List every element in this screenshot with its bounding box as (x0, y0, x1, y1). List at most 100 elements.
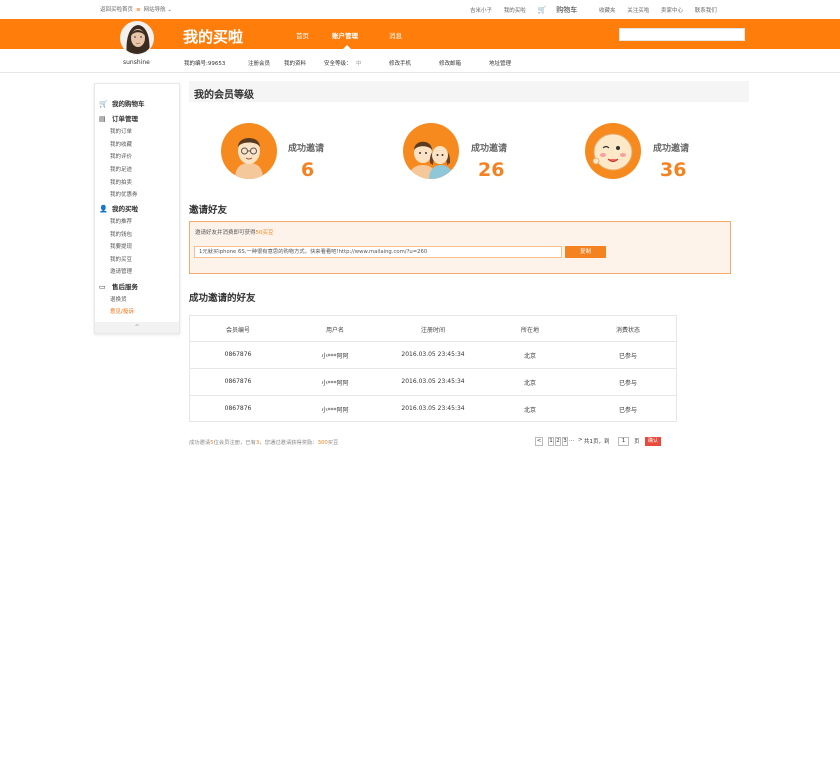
cell-username: 小***阿阿 (321, 407, 349, 414)
home-link[interactable]: 返回买啦首页 (100, 7, 133, 13)
invite-heading: 邀请好友 (189, 205, 228, 216)
nav-account[interactable]: 账户管理 (332, 30, 358, 40)
seller-center-link[interactable]: 卖家中心 (661, 8, 683, 14)
top-right-links: 吉米小子 我的买啦 🛒 购物车 收藏夹 关注买啦 卖家中心 联系我们 (470, 5, 727, 15)
contact-link[interactable]: 联系我们 (695, 8, 717, 14)
invite-reward: 50买豆 (255, 230, 274, 236)
level-label-3: 成功邀请 (653, 144, 690, 154)
page-title: 我的会员等级 (194, 90, 254, 101)
summary-text: ，您通过邀请获得奖励： (259, 440, 318, 446)
cart-icon: 🛒 (537, 6, 547, 14)
nav-messages[interactable]: 消息 (389, 30, 402, 40)
my-account-link[interactable]: 我的买啦 (504, 8, 526, 14)
site-nav-link[interactable]: 网站导航 (144, 7, 166, 13)
couple-avatar-icon (403, 123, 459, 179)
pager-page-1[interactable]: 1 (548, 437, 554, 446)
summary-text: 成功邀请 (189, 440, 211, 446)
sidebar-item-my-reviews[interactable]: 我的评价 (110, 152, 132, 160)
sidebar-collapse-button[interactable]: ^ (95, 322, 179, 333)
friends-heading: 成功邀请的好友 (189, 293, 256, 304)
sidebar-section-orders[interactable]: ▤ 订单管理 (99, 113, 138, 123)
sidebar-section-my-maila[interactable]: 👤 我的买啦 (99, 203, 138, 213)
level-count-3: 36 (660, 159, 687, 181)
my-profile-link[interactable]: 我的资料 (284, 59, 306, 67)
user-greeting[interactable]: 吉米小子 (470, 8, 492, 14)
pager-page-input[interactable]: 1 (618, 437, 629, 446)
document-icon: ▤ (99, 115, 106, 123)
username: sunshine (123, 59, 150, 66)
pager-go-button[interactable]: 确认 (645, 437, 661, 446)
pager-prev-button[interactable]: < (535, 437, 543, 446)
member-id: 我的编号:99653 (184, 61, 226, 67)
person-icon: 👤 (99, 205, 108, 213)
invite-text-prefix: 邀请好友并消费即可获得 (195, 230, 256, 236)
sidebar-item-returns[interactable]: 退换货 (110, 295, 127, 303)
edit-email-link[interactable]: 修改邮箱 (439, 59, 461, 67)
pager-total: 共1页，到 (584, 439, 610, 445)
security-level-label: 安全等级： (324, 61, 352, 67)
nav-icon: ≡ (136, 7, 141, 13)
smiley-face-icon (585, 123, 641, 179)
pager-next-button[interactable]: > (578, 437, 583, 443)
summary-text: 位会员注册，已有 (213, 440, 256, 446)
sidebar-section-label: 我的买啦 (112, 205, 138, 213)
cell-member-id: 0867876 (224, 405, 252, 412)
sidebar-item-my-footprints[interactable]: 我的足迹 (110, 165, 132, 173)
invite-summary: 成功邀请5位会员注册，已有3，您通过邀请获得奖励：300买豆 (189, 438, 338, 446)
sidebar-item-my-coupons[interactable]: 我的优惠券 (110, 190, 138, 198)
cart-icon: 🛒 (99, 100, 108, 108)
cell-location: 北京 (523, 380, 537, 387)
address-management-link[interactable]: 地址管理 (489, 59, 511, 67)
search-input[interactable] (619, 28, 745, 41)
sidebar-item-invite-management[interactable]: 邀请管理 (110, 267, 132, 275)
sidebar-item-feedback[interactable]: 意见/投诉 (110, 307, 134, 315)
follow-link[interactable]: 关注买啦 (627, 8, 649, 14)
invite-link-field[interactable]: 1元就买iphone 6S,一种很有意思的购物方式，快来看看吧!http://w… (194, 246, 562, 258)
favorites-link[interactable]: 收藏夹 (599, 8, 616, 14)
cell-location: 北京 (523, 407, 537, 414)
logo-text[interactable]: 我的买啦 (183, 26, 243, 47)
sidebar-item-my-beans[interactable]: 我的买豆 (110, 255, 132, 263)
cell-register-time: 2016.03.05 23:45:34 (401, 405, 465, 412)
level-label-2: 成功邀请 (471, 144, 508, 154)
top-bar: 返回买啦首页 ≡ 网站导航 ⌄ 吉米小子 我的买啦 🛒 购物车 收藏夹 关注买啦 卖家… (0, 0, 840, 18)
sidebar-item-my-auctions[interactable]: 我的拍卖 (110, 178, 132, 186)
register-member-link[interactable]: 注册会员 (248, 59, 270, 67)
sidebar-section-cart[interactable]: 🛒 我的购物车 (99, 98, 145, 108)
cart-label: 购物车 (556, 6, 578, 14)
cart-link[interactable]: 🛒 购物车 (538, 6, 588, 14)
summary-text: 买豆 (327, 440, 339, 446)
pager-ellipsis: ... (569, 437, 575, 443)
column-header: 用户名 (325, 327, 345, 334)
column-header: 会员编号 (225, 327, 251, 334)
table-row: 0867876 小***阿阿 2016.03.05 23:45:34 北京 已参… (189, 396, 677, 423)
cell-status: 已参与 (618, 380, 638, 387)
pager-page-2[interactable]: 2 (555, 437, 561, 446)
sidebar-section-label: 售后服务 (112, 283, 138, 291)
pager-page-3[interactable]: 3 (562, 437, 568, 446)
cell-username: 小***阿阿 (321, 353, 349, 360)
sidebar-item-my-recommend[interactable]: 我的推荐 (110, 217, 132, 225)
copy-button[interactable]: 复制 (565, 246, 606, 258)
cell-member-id: 0867876 (224, 351, 252, 358)
sidebar-item-my-wallet[interactable]: 我的钱包 (110, 230, 132, 238)
chevron-down-icon: ⌄ (167, 7, 172, 13)
nav-active-indicator (343, 45, 351, 49)
cell-member-id: 0867876 (224, 378, 252, 385)
column-header: 所在地 (520, 327, 540, 334)
avatar[interactable] (120, 21, 154, 55)
sidebar-item-my-favorites[interactable]: 我的收藏 (110, 140, 132, 148)
table-header-row: 会员编号 用户名 注册时间 所在地 消费状态 (189, 315, 677, 342)
table-row: 0867876 小***阿阿 2016.03.05 23:45:34 北京 已参… (189, 342, 677, 369)
sidebar-item-my-orders[interactable]: 我的订单 (110, 127, 132, 135)
sidebar-section-after-sales[interactable]: ▭ 售后服务 (99, 281, 138, 291)
edit-phone-link[interactable]: 修改手机 (389, 59, 411, 67)
cell-username: 小***阿阿 (321, 380, 349, 387)
sidebar-item-withdraw[interactable]: 我要提现 (110, 242, 132, 250)
cell-status: 已参与 (618, 353, 638, 360)
sidebar-section-label: 我的购物车 (112, 100, 145, 108)
cell-status: 已参与 (618, 407, 638, 414)
nav-home[interactable]: 首页 (296, 30, 309, 40)
invite-description: 邀请好友并消费即可获得50买豆 (195, 228, 274, 236)
man-glasses-avatar-icon (221, 123, 277, 179)
